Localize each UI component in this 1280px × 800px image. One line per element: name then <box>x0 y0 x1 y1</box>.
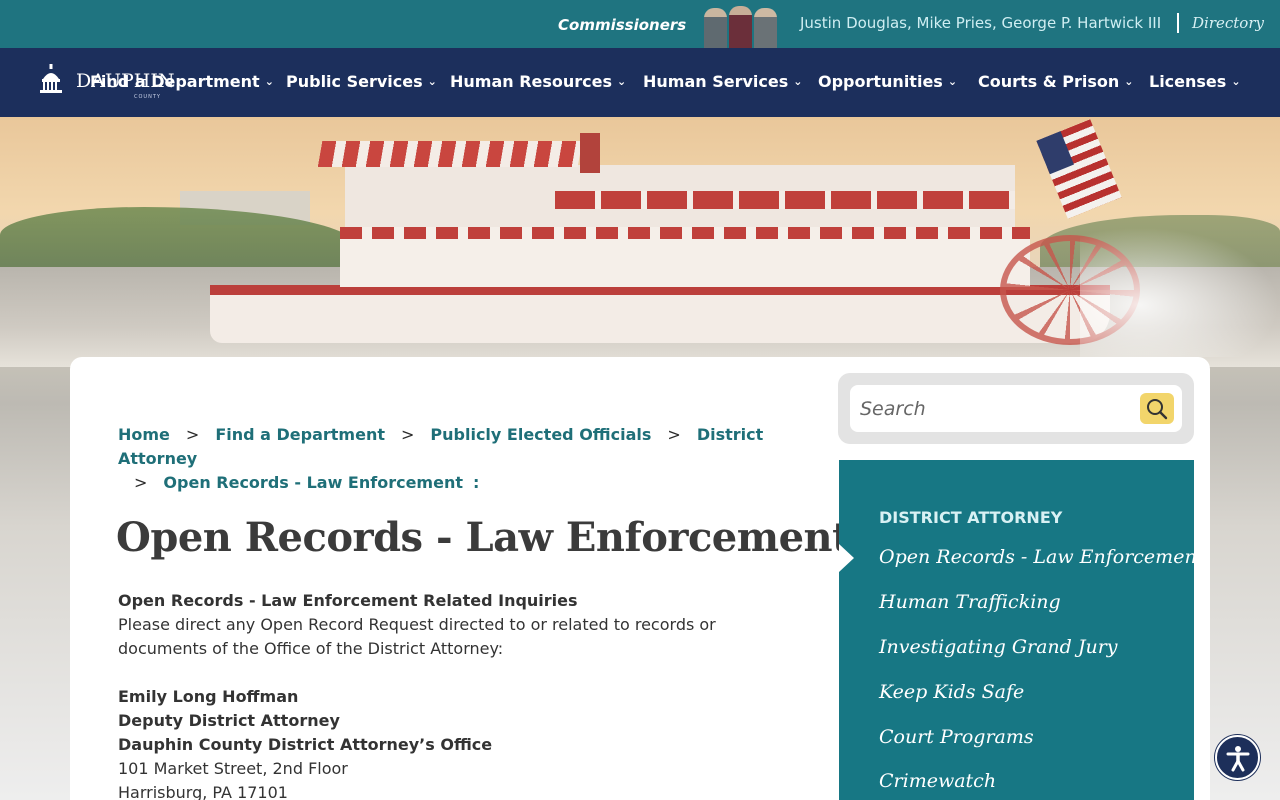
breadcrumb: Home > Find a Department > Publicly Elected … <box>118 423 808 495</box>
main-nav: DAUPHIN COUNTY Find a Department ⌄ Public… <box>0 48 1280 117</box>
nav-label: Find a Department <box>90 72 260 91</box>
search-container <box>838 373 1194 444</box>
sidebar-item-court-programs[interactable]: Court Programs <box>879 726 1034 748</box>
breadcrumb-separator: > <box>667 425 681 444</box>
capitol-dome-icon <box>40 64 62 93</box>
logo-subtext: COUNTY <box>134 94 161 100</box>
chevron-down-icon: ⌄ <box>427 75 437 88</box>
search-icon <box>1147 398 1168 419</box>
divider <box>1177 13 1179 33</box>
nav-licenses[interactable]: Licenses ⌄ <box>1149 72 1241 91</box>
nav-opportunities[interactable]: Opportunities ⌄ <box>818 72 957 91</box>
chevron-down-icon: ⌄ <box>617 75 627 88</box>
nav-public-services[interactable]: Public Services ⌄ <box>286 72 437 91</box>
contact-office: Dauphin County District Attorney’s Offic… <box>118 735 493 754</box>
commissioners-names[interactable]: Justin Douglas, Mike Pries, George P. Ha… <box>800 14 1161 32</box>
nav-human-services[interactable]: Human Services ⌄ <box>643 72 802 91</box>
intro-text: Please direct any Open Record Request di… <box>118 615 716 658</box>
breadcrumb-separator: > <box>134 473 148 492</box>
nav-label: Licenses <box>1149 72 1227 91</box>
sidebar-item-human-trafficking[interactable]: Human Trafficking <box>879 591 1061 613</box>
breadcrumb-publicly-elected-officials[interactable]: Publicly Elected Officials <box>430 425 651 444</box>
breadcrumb-home[interactable]: Home <box>118 425 170 444</box>
address-line-2: Harrisburg, PA 17101 <box>118 783 288 800</box>
page-title: Open Records - Law Enforcement <box>116 514 851 561</box>
address-line-1: 101 Market Street, 2nd Floor <box>118 759 348 778</box>
commissioners-photo[interactable] <box>704 4 778 48</box>
search-input[interactable] <box>860 394 1130 424</box>
chevron-down-icon: ⌄ <box>1124 75 1134 88</box>
breadcrumb-separator: > <box>185 425 200 444</box>
directory-link[interactable]: Directory <box>1192 14 1264 32</box>
commissioners-bar: Commissioners Justin Douglas, Mike Pries… <box>0 0 1280 48</box>
nav-label: Opportunities <box>818 72 943 91</box>
nav-label: Public Services <box>286 72 423 91</box>
search-button[interactable] <box>1140 393 1174 424</box>
accessibility-button[interactable] <box>1215 735 1260 780</box>
sidebar-item-open-records[interactable]: Open Records - Law Enforcement <box>879 546 1204 568</box>
commissioners-label[interactable]: Commissioners <box>558 16 686 34</box>
sidebar-item-keep-kids-safe[interactable]: Keep Kids Safe <box>879 681 1024 703</box>
section-sidebar: DISTRICT ATTORNEY Open Records - Law Enf… <box>839 460 1204 800</box>
page-body: Open Records - Law Enforcement Related I… <box>118 589 798 800</box>
contact-title: Deputy District Attorney <box>118 711 340 730</box>
nav-courts-prison[interactable]: Courts & Prison ⌄ <box>978 72 1134 91</box>
breadcrumb-current-page[interactable]: Open Records - Law Enforcement <box>163 473 463 492</box>
breadcrumb-trailing: : <box>472 473 480 492</box>
nav-label: Courts & Prison <box>978 72 1120 91</box>
chevron-down-icon: ⌄ <box>793 75 803 88</box>
sidebar-item-crimewatch[interactable]: Crimewatch <box>879 770 996 792</box>
chevron-down-icon: ⌄ <box>264 75 274 88</box>
nav-human-resources[interactable]: Human Resources ⌄ <box>450 72 626 91</box>
active-item-indicator <box>839 544 854 572</box>
nav-find-a-department[interactable]: Find a Department ⌄ <box>90 72 274 91</box>
chevron-down-icon: ⌄ <box>1231 75 1241 88</box>
breadcrumb-find-a-department[interactable]: Find a Department <box>215 425 385 444</box>
contact-name: Emily Long Hoffman <box>118 687 299 706</box>
sidebar-item-investigating-grand-jury[interactable]: Investigating Grand Jury <box>879 636 1118 658</box>
search-box <box>850 385 1182 432</box>
accessibility-icon <box>1226 745 1249 771</box>
breadcrumb-separator: > <box>401 425 415 444</box>
chevron-down-icon: ⌄ <box>947 75 958 88</box>
intro-heading: Open Records - Law Enforcement Related I… <box>118 591 578 610</box>
sidebar-heading[interactable]: DISTRICT ATTORNEY <box>879 508 1062 527</box>
nav-label: Human Services <box>643 72 789 91</box>
nav-label: Human Resources <box>450 72 613 91</box>
